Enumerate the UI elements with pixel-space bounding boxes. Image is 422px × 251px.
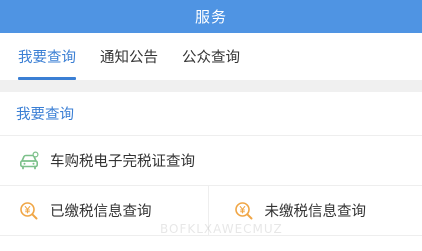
tab-notices[interactable]: 通知公告 [100,33,158,80]
tab-public-query[interactable]: 公众查询 [182,33,240,80]
yuan-search-icon [18,200,40,222]
service-row-1: 车购税电子完税证查询 [0,136,422,186]
unpaid-tax-query-label: 未缴税信息查询 [264,204,367,220]
paid-tax-query[interactable]: 已缴税信息查询 [0,186,208,235]
header-title: 服务 [194,8,227,26]
car-tax-query-label: 车购税电子完税证查询 [50,154,195,170]
unpaid-tax-query[interactable]: 未缴税信息查询 [207,186,422,235]
section-title: 我要查询 [0,92,422,136]
tab-bar: 我要查询 通知公告 公众查询 [0,33,422,80]
section-divider [0,80,422,92]
paid-tax-query-label: 已缴税信息查询 [50,204,152,220]
yuan-search-icon [233,200,255,222]
car-tax-certificate-query[interactable]: 车购税电子完税证查询 [0,136,422,185]
car-icon [18,150,40,172]
service-row-2: 已缴税信息查询 未缴税信息查询 [0,186,422,236]
app-header: 服务 [0,0,422,33]
tab-my-query[interactable]: 我要查询 [18,33,76,80]
